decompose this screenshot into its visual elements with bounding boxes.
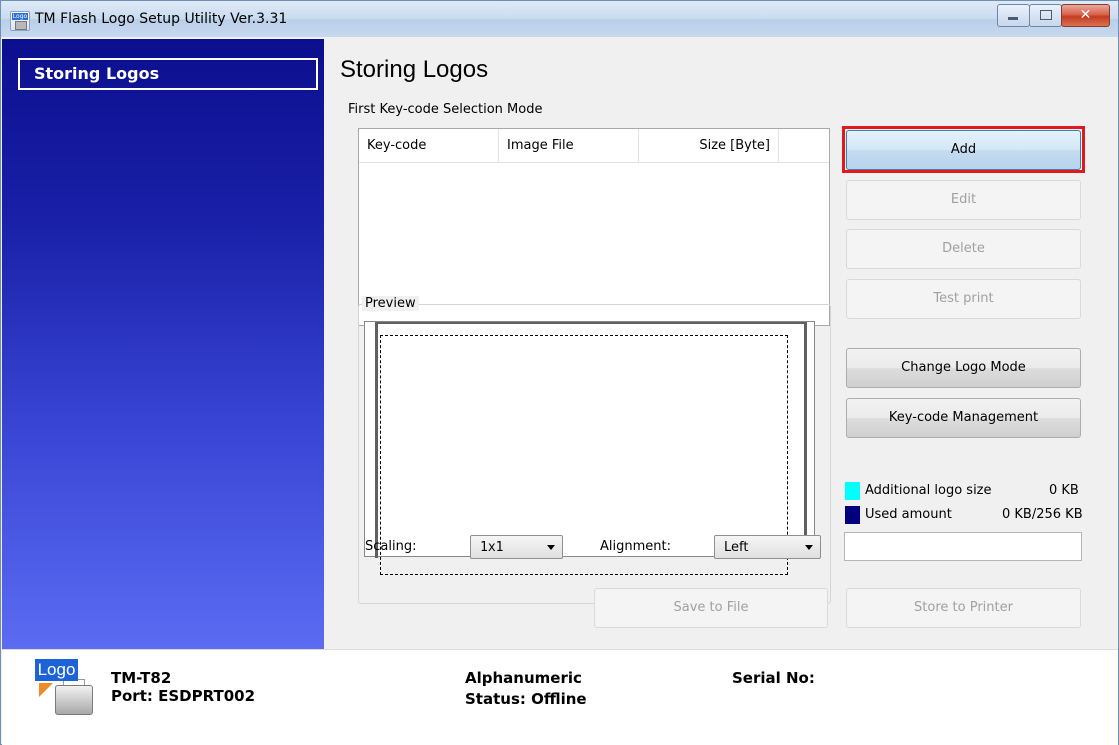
printer-logo-icon: Logo — [35, 659, 97, 715]
scaling-select[interactable]: 1x1 — [470, 535, 563, 559]
preview-label: Preview — [362, 296, 419, 311]
scaling-label: Scaling: — [365, 539, 417, 554]
serial-number-label: Serial No: — [732, 669, 815, 687]
alignment-value: Left — [724, 540, 749, 555]
store-to-printer-button[interactable]: Store to Printer — [846, 588, 1081, 628]
maximize-button[interactable] — [1029, 4, 1062, 27]
title-bar[interactable]: Logo TM Flash Logo Setup Utility Ver.3.3… — [1, 1, 1118, 37]
app-icon[interactable]: Logo — [10, 11, 30, 31]
capacity-bar — [844, 532, 1082, 561]
used-amount-swatch — [845, 506, 860, 524]
maximize-icon — [1040, 10, 1052, 20]
sidebar-item-storing-logos[interactable]: Storing Logos — [18, 58, 318, 90]
column-header-size[interactable]: Size [Byte] — [639, 129, 779, 162]
window-title: TM Flash Logo Setup Utility Ver.3.31 — [35, 11, 288, 27]
logo-badge: Logo — [35, 659, 78, 681]
edit-button[interactable]: Edit — [846, 180, 1081, 220]
scaling-value: 1x1 — [480, 540, 504, 555]
app-window: Logo TM Flash Logo Setup Utility Ver.3.3… — [0, 0, 1119, 745]
keycode-management-button[interactable]: Key-code Management — [846, 398, 1081, 438]
change-logo-mode-button[interactable]: Change Logo Mode — [846, 348, 1081, 388]
printer-port: Port: ESDPRT002 — [111, 687, 256, 705]
preview-canvas — [364, 321, 815, 575]
alignment-select[interactable]: Left — [714, 535, 821, 559]
alignment-label: Alignment: — [600, 539, 671, 554]
test-print-button[interactable]: Test print — [846, 279, 1081, 319]
sidebar: Storing Logos — [2, 39, 324, 649]
used-amount-value: 0 KB/256 KB — [1002, 507, 1083, 522]
column-header-image-file[interactable]: Image File — [499, 129, 639, 162]
save-to-file-button[interactable]: Save to File — [594, 588, 828, 628]
chevron-down-icon — [547, 545, 555, 550]
logo-arrow-icon — [39, 683, 53, 697]
logo-list[interactable]: Key-code Image File Size [Byte] — [358, 128, 830, 326]
main-panel: Storing Logos First Key-code Selection M… — [324, 39, 1118, 649]
printer-status: Status: Offline — [465, 690, 587, 708]
close-button[interactable]: ✕ — [1061, 4, 1110, 27]
font-mode: Alphanumeric — [465, 669, 582, 687]
app-icon-logo-text: Logo — [12, 13, 28, 20]
window-controls: ✕ — [997, 4, 1110, 27]
printer-model: TM-T82 — [111, 669, 172, 687]
add-button-highlight — [842, 126, 1085, 173]
sidebar-item-label: Storing Logos — [34, 64, 160, 83]
list-header: Key-code Image File Size [Byte] — [359, 129, 829, 163]
additional-size-value: 0 KB — [1049, 483, 1079, 498]
chevron-down-icon — [805, 545, 813, 550]
minimize-button[interactable] — [997, 4, 1030, 27]
minimize-icon — [1008, 17, 1018, 20]
column-header-keycode[interactable]: Key-code — [359, 129, 499, 162]
page-title: Storing Logos — [340, 56, 489, 83]
status-bar: Logo TM-T82 Port: ESDPRT002 Alphanumeric… — [2, 649, 1118, 745]
additional-size-label: Additional logo size — [865, 483, 992, 498]
delete-button[interactable]: Delete — [846, 229, 1081, 269]
mode-label: First Key-code Selection Mode — [348, 102, 543, 117]
close-icon: ✕ — [1079, 7, 1092, 23]
additional-size-swatch — [845, 482, 860, 500]
logo-printer-body — [55, 685, 93, 715]
used-amount-label: Used amount — [865, 507, 952, 522]
printer-icon — [15, 21, 27, 30]
